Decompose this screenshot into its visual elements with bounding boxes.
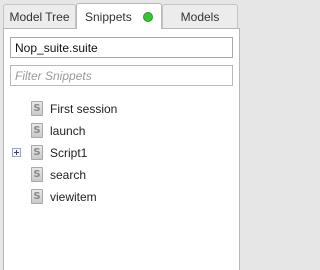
snippet-icon: S bbox=[31, 123, 43, 138]
snippets-content: Nop_suite.suite Filter Snippets S First … bbox=[3, 28, 240, 270]
snippet-label: First session bbox=[50, 102, 118, 116]
snippet-label: launch bbox=[50, 124, 86, 138]
snippet-item-script1[interactable]: S Script1 bbox=[4, 143, 239, 163]
snippet-label: Script1 bbox=[50, 146, 88, 160]
snippets-panel: Model Tree Snippets Models Nop_suite.sui… bbox=[0, 0, 243, 270]
snippet-label: viewitem bbox=[50, 190, 97, 204]
snippet-label: search bbox=[50, 168, 87, 182]
snippet-item-first-session[interactable]: S First session bbox=[4, 99, 239, 119]
suite-name-field[interactable]: Nop_suite.suite bbox=[10, 37, 233, 58]
snippet-icon: S bbox=[31, 189, 43, 204]
tab-label: Model Tree bbox=[9, 9, 70, 24]
tab-models[interactable]: Models bbox=[162, 4, 238, 28]
tab-snippets[interactable]: Snippets bbox=[76, 3, 162, 29]
tab-label: Snippets bbox=[85, 9, 132, 24]
snippet-icon: S bbox=[31, 145, 43, 160]
expand-plus-icon[interactable] bbox=[12, 148, 21, 157]
snippet-item-viewitem[interactable]: S viewitem bbox=[4, 187, 239, 207]
snippet-item-search[interactable]: S search bbox=[4, 165, 239, 185]
filter-snippets-input[interactable]: Filter Snippets bbox=[10, 65, 233, 86]
snippet-icon: S bbox=[31, 101, 43, 116]
snippet-icon: S bbox=[31, 167, 43, 182]
tab-model-tree[interactable]: Model Tree bbox=[3, 4, 76, 28]
tab-label: Models bbox=[180, 9, 220, 24]
tab-strip: Model Tree Snippets Models bbox=[0, 0, 243, 29]
snippet-item-launch[interactable]: S launch bbox=[4, 121, 239, 141]
status-indicator-icon bbox=[143, 12, 153, 22]
